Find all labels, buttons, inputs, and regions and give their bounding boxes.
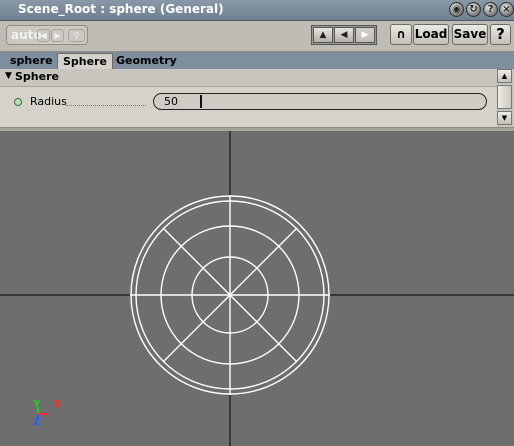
prev-arrow-icon[interactable]: ◀ bbox=[37, 29, 50, 42]
tab-geometry[interactable]: Geometry bbox=[111, 53, 182, 69]
navigation-group: ▲ ◀ ▶ bbox=[311, 25, 377, 45]
scroll-thumb[interactable] bbox=[497, 85, 512, 109]
eye-icon[interactable]: ◉ bbox=[449, 2, 464, 17]
toolbar: auto ◀ ▶ ⚲ ▲ ◀ ▶ ∩ Load Save ? bbox=[0, 21, 514, 52]
radius-parameter-row: Radius 50 bbox=[0, 88, 497, 114]
parameter-panel: ▼ Sphere Radius 50 bbox=[0, 69, 497, 127]
radius-label: Radius bbox=[30, 95, 67, 108]
sphere-wireframe bbox=[130, 195, 330, 395]
radius-value[interactable]: 50 bbox=[164, 95, 178, 108]
tab-sphere[interactable]: Sphere bbox=[57, 53, 113, 69]
window-titlebar[interactable]: Scene_Root : sphere (General) ◉ ↻ ? × bbox=[0, 0, 514, 21]
tab-bar: sphere Sphere Geometry bbox=[0, 52, 514, 69]
axis-y-label: Y bbox=[32, 399, 41, 410]
section-title: Sphere bbox=[15, 70, 59, 83]
recycle-icon[interactable]: ↻ bbox=[466, 2, 481, 17]
close-icon[interactable]: × bbox=[499, 2, 514, 17]
animation-indicator-icon[interactable] bbox=[14, 98, 22, 106]
back-arrow-icon[interactable]: ◀ bbox=[334, 27, 354, 43]
axis-gizmo: Y X Z bbox=[32, 399, 61, 428]
forward-arrow-icon[interactable]: ▶ bbox=[355, 27, 375, 43]
panel-scrollbar[interactable]: ▲ ▼ bbox=[497, 69, 514, 127]
up-arrow-icon[interactable]: ▲ bbox=[313, 27, 333, 43]
auto-inspect-group: auto ◀ ▶ ⚲ bbox=[6, 25, 88, 45]
collapse-triangle-icon[interactable]: ▼ bbox=[5, 71, 12, 81]
slider-handle[interactable] bbox=[200, 95, 202, 108]
next-arrow-icon[interactable]: ▶ bbox=[51, 29, 64, 42]
label-leader bbox=[66, 105, 146, 106]
help-button[interactable]: ? bbox=[490, 24, 511, 45]
scroll-down-icon[interactable]: ▼ bbox=[497, 111, 512, 125]
axis-z-label: Z bbox=[33, 417, 40, 428]
tab-sphere-object[interactable]: sphere bbox=[5, 53, 58, 69]
lock-icon[interactable]: ⚲ bbox=[68, 29, 85, 42]
axis-x-label: X bbox=[53, 399, 61, 410]
scroll-up-icon[interactable]: ▲ bbox=[497, 69, 512, 83]
3d-viewport[interactable]: Y X Z bbox=[0, 131, 514, 446]
viewport-canvas[interactable]: Y X Z bbox=[0, 131, 514, 446]
window-title: Scene_Root : sphere (General) bbox=[18, 2, 224, 16]
save-button[interactable]: Save bbox=[452, 24, 488, 45]
magnet-icon[interactable]: ∩ bbox=[390, 24, 412, 45]
load-button[interactable]: Load bbox=[413, 24, 449, 45]
section-header[interactable]: ▼ Sphere bbox=[0, 69, 497, 87]
radius-slider[interactable]: 50 bbox=[153, 93, 487, 110]
help-icon[interactable]: ? bbox=[483, 2, 498, 17]
